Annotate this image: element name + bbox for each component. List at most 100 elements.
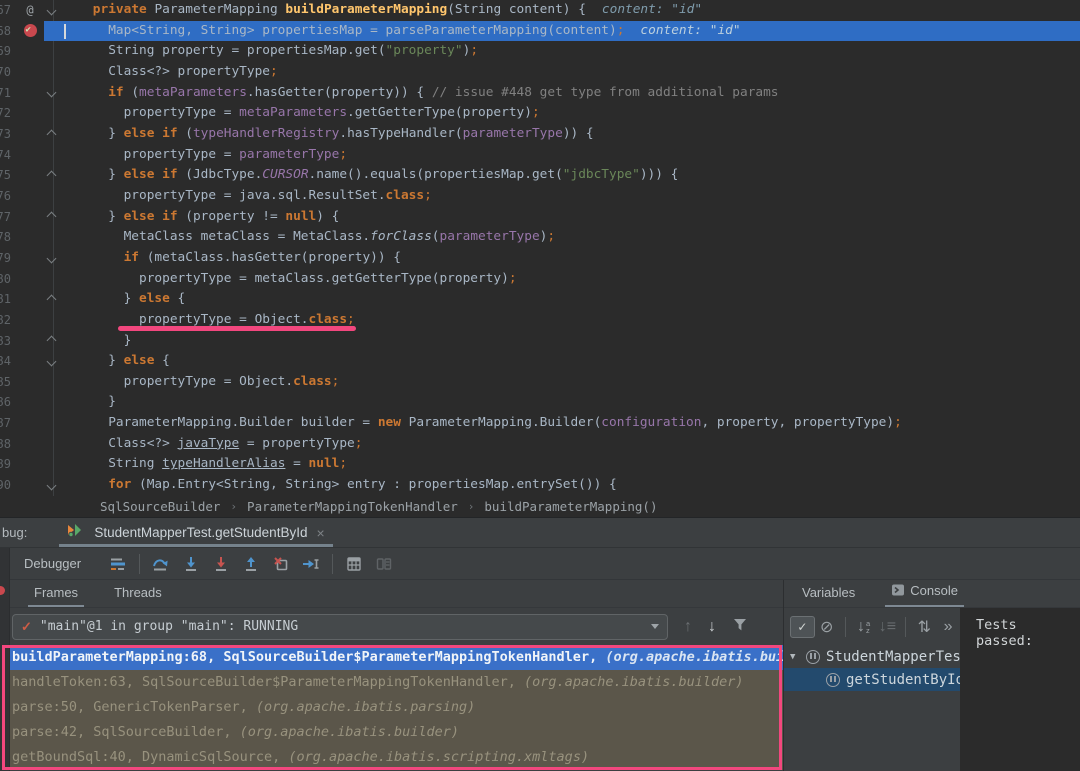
fold-up-icon[interactable]: [44, 331, 62, 352]
code-token: typeHandlerAlias: [162, 456, 285, 471]
breakpoint-icon[interactable]: [16, 21, 44, 42]
code-token: }: [108, 126, 123, 141]
code-text: private ParameterMapping buildParameterM…: [62, 0, 1080, 21]
filter-frames-icon[interactable]: [732, 617, 748, 637]
thread-status-check-icon: ✓: [21, 619, 32, 635]
code-line: 68Map<String, String> propertiesMap = pa…: [0, 21, 1080, 42]
code-text: propertyType = java.sql.ResultSet.class;: [62, 186, 1080, 207]
gutter-spacer: [16, 103, 44, 124]
code-token: (: [432, 229, 440, 244]
breadcrumb-item[interactable]: buildParameterMapping(): [484, 499, 657, 514]
next-frame-icon[interactable]: ↓: [708, 618, 716, 636]
code-token: propertyType =: [124, 147, 240, 162]
tree-expand-icon[interactable]: ▼: [790, 652, 800, 662]
code-token: }: [108, 167, 123, 182]
code-token: String: [108, 456, 162, 471]
breadcrumb-item[interactable]: ParameterMappingTokenHandler: [247, 499, 458, 514]
force-step-into-icon[interactable]: [209, 553, 233, 575]
fold-down-icon[interactable]: [44, 0, 62, 21]
stack-frame[interactable]: parse:50, GenericTokenParser, (org.apach…: [0, 695, 783, 720]
fold-down-icon[interactable]: [44, 475, 62, 496]
fold-down-icon[interactable]: [44, 351, 62, 372]
frame-location: buildParameterMapping:68, SqlSourceBuild…: [12, 649, 605, 665]
code-line: 78MetaClass metaClass = MetaClass.forCla…: [0, 227, 1080, 248]
code-token: ;: [270, 64, 278, 79]
evaluate-expression-icon[interactable]: [342, 553, 366, 575]
code-line: 70Class<?> propertyType;: [0, 62, 1080, 83]
code-token: (String content) {: [447, 2, 586, 17]
run-config-tab[interactable]: StudentMapperTest.getStudentById ×: [59, 518, 332, 547]
fold-down-icon[interactable]: [44, 83, 62, 104]
debug-tool-window: bug: StudentMapperTest.getStudentById × …: [0, 517, 1080, 771]
stack-frame[interactable]: handleToken:63, SqlSourceBuilder$Paramet…: [0, 670, 783, 695]
code-token: "jdbcType": [563, 167, 640, 182]
code-line: 79if (metaClass.hasGetter(property)) {: [0, 248, 1080, 269]
more-options-icon[interactable]: »: [937, 616, 959, 638]
code-text: for (Map.Entry<String, String> entry : p…: [62, 475, 1080, 496]
inline-debug-hint: content: "id": [602, 2, 702, 17]
sort-by-duration-icon[interactable]: ↓≡: [877, 616, 899, 638]
gutter-spacer: [16, 248, 44, 269]
code-line: 67@private ParameterMapping buildParamet…: [0, 0, 1080, 21]
code-token: propertyType = java.sql.ResultSet.: [124, 188, 386, 203]
code-token: (JdbcType.: [185, 167, 262, 182]
previous-frame-icon[interactable]: ↑: [684, 618, 692, 636]
code-token: new: [378, 415, 401, 430]
code-token: {: [154, 353, 169, 368]
code-token: ;: [355, 436, 363, 451]
tab-console[interactable]: Console: [887, 583, 962, 607]
show-execution-point-icon[interactable]: [106, 553, 130, 575]
annotation-icon: @: [16, 0, 44, 21]
fold-down-icon[interactable]: [44, 248, 62, 269]
junit-test-icon: [67, 523, 82, 542]
expand-collapse-icon[interactable]: ⇅: [913, 616, 935, 638]
code-line: 80propertyType = metaClass.getGetterType…: [0, 269, 1080, 290]
restore-layout-icon[interactable]: [372, 553, 396, 575]
show-ignored-icon[interactable]: ⊘: [816, 616, 838, 638]
code-token: }: [124, 333, 132, 348]
fold-up-icon[interactable]: [44, 207, 62, 228]
step-out-icon[interactable]: [239, 553, 263, 575]
run-to-cursor-icon[interactable]: [299, 553, 323, 575]
code-token: configuration: [601, 415, 701, 430]
close-icon[interactable]: ×: [316, 525, 324, 541]
step-over-icon[interactable]: [149, 553, 173, 575]
code-text: if (metaParameters.hasGetter(property)) …: [62, 83, 1080, 104]
code-token: ParameterMapping.Builder(: [401, 415, 601, 430]
gutter-spacer: [16, 145, 44, 166]
sort-alphabetically-icon[interactable]: ↓az: [853, 616, 875, 638]
line-number: 77: [0, 207, 16, 228]
code-text: Class<?> propertyType;: [62, 62, 1080, 83]
show-passed-icon[interactable]: ✓: [790, 616, 815, 638]
code-token: else if: [124, 209, 186, 224]
line-number: 75: [0, 165, 16, 186]
fold-spacer: [44, 103, 62, 124]
fold-up-icon[interactable]: [44, 289, 62, 310]
code-token: .getGetterType(property): [347, 105, 532, 120]
line-number: 68: [0, 21, 16, 42]
fold-spacer: [44, 310, 62, 331]
code-text: } else if (JdbcType.CURSOR.name().equals…: [62, 165, 1080, 186]
drop-frame-icon[interactable]: [269, 553, 293, 575]
tab-variables[interactable]: Variables: [798, 585, 859, 607]
stack-frame[interactable]: parse:42, SqlSourceBuilder, (org.apache.…: [0, 720, 783, 745]
tab-frames[interactable]: Frames: [30, 585, 82, 607]
tab-threads[interactable]: Threads: [110, 585, 166, 607]
test-tree-node[interactable]: getStudentById: [784, 668, 960, 691]
stack-frame[interactable]: getBoundSql:40, DynamicSqlSource, (org.a…: [0, 745, 783, 770]
step-into-icon[interactable]: [179, 553, 203, 575]
breadcrumb-item[interactable]: SqlSourceBuilder: [100, 499, 220, 514]
stack-frame[interactable]: buildParameterMapping:68, SqlSourceBuild…: [0, 645, 783, 670]
code-token: }: [108, 353, 123, 368]
code-line: 84} else {: [0, 351, 1080, 372]
console-panel: Variables Console ✓ ⊘ ↓az: [783, 580, 1080, 771]
code-text: String typeHandlerAlias = null;: [62, 454, 1080, 475]
fold-up-icon[interactable]: [44, 124, 62, 145]
fold-up-icon[interactable]: [44, 165, 62, 186]
thread-selector-dropdown[interactable]: ✓ "main"@1 in group "main": RUNNING: [12, 614, 668, 640]
code-token: propertyType = metaClass.getGetterType(p…: [139, 271, 509, 286]
gutter-spacer: [16, 413, 44, 434]
console-icon: [891, 583, 905, 600]
fold-spacer: [44, 269, 62, 290]
test-tree-node[interactable]: ▼StudentMapperTest: [784, 645, 960, 668]
